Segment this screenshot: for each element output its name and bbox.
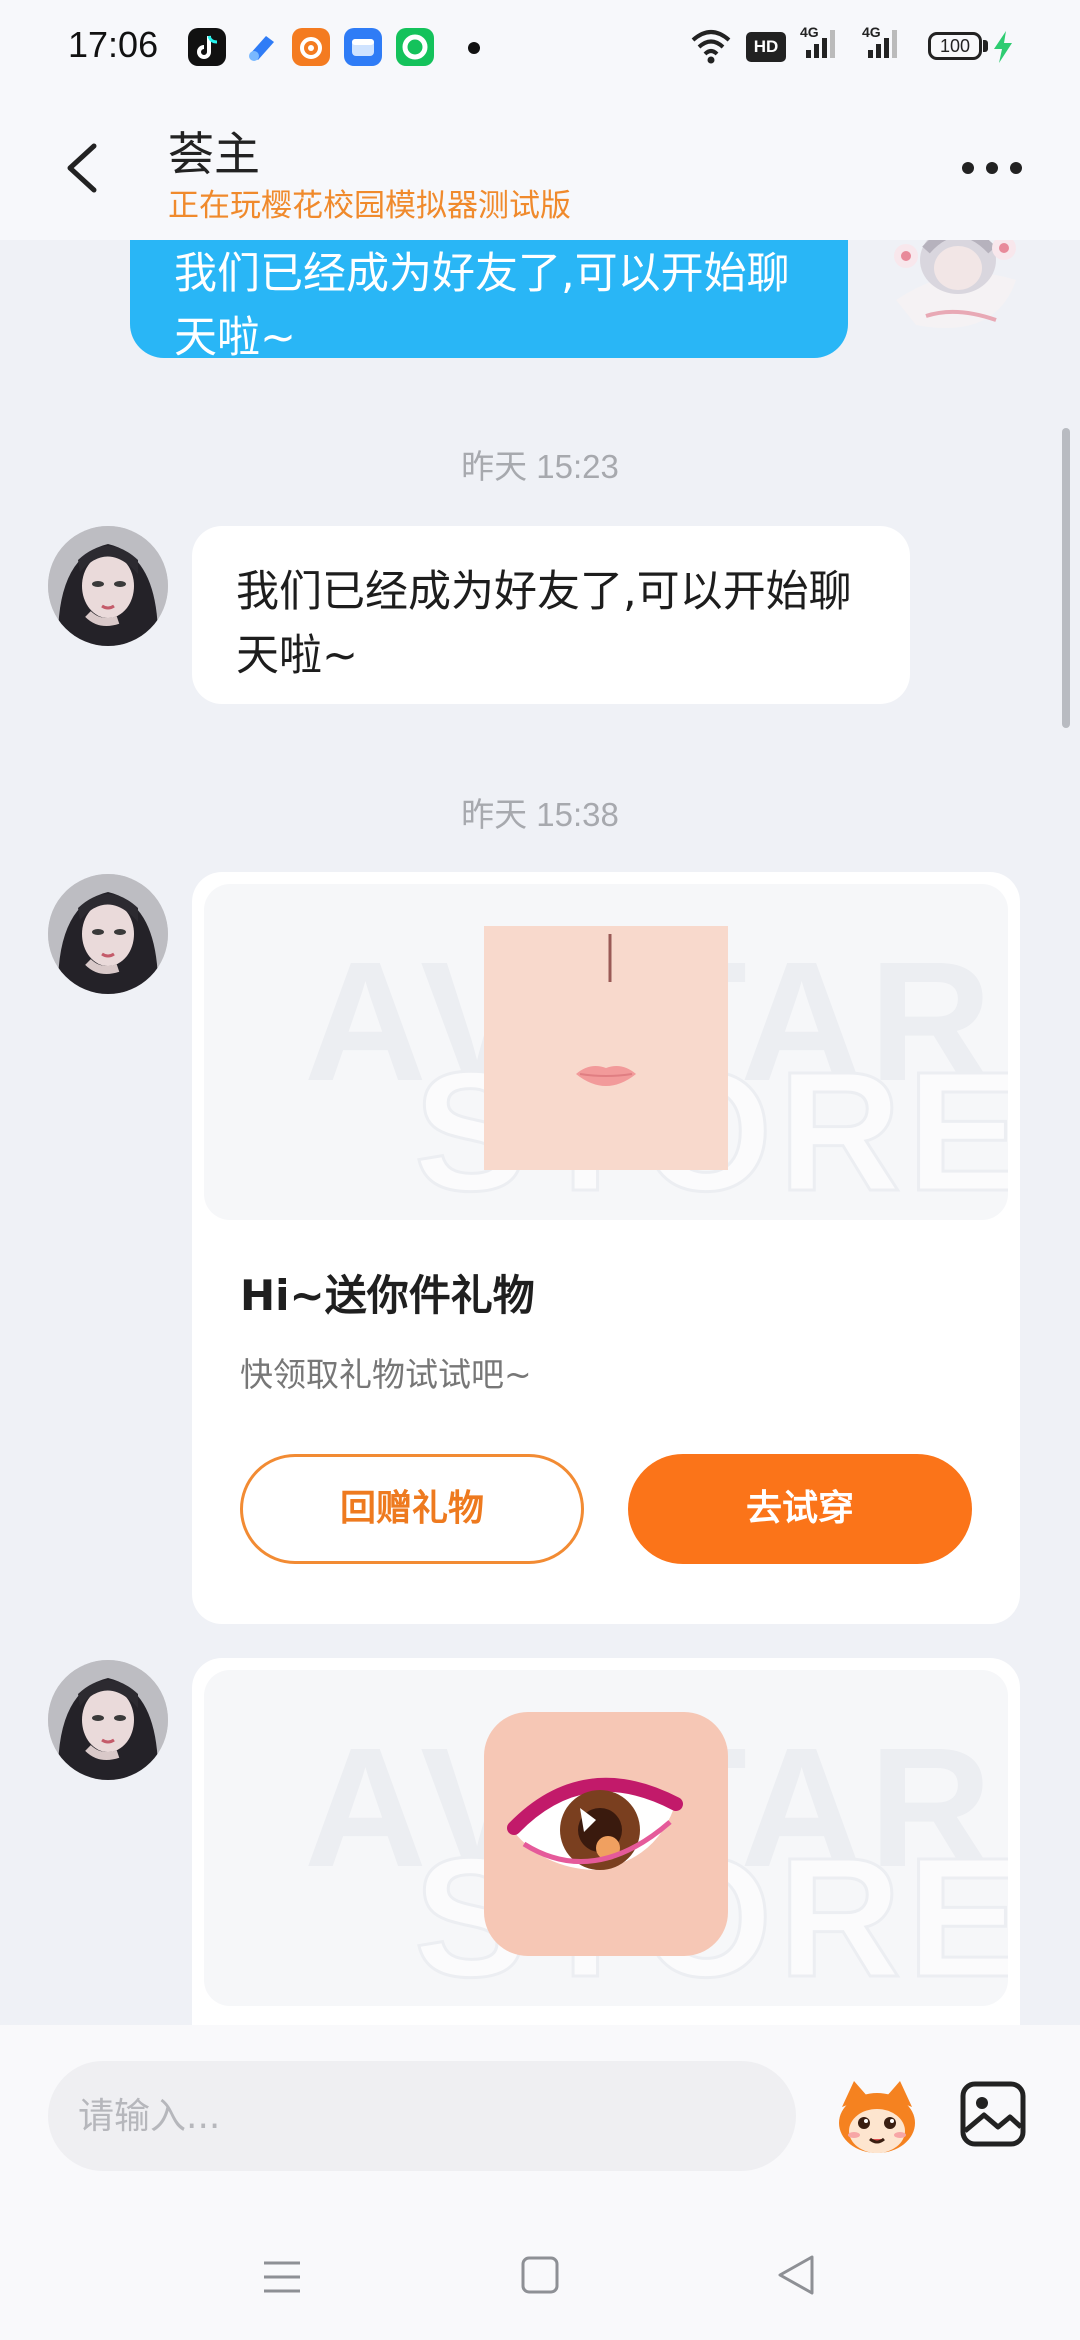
hd-badge: HD: [746, 32, 786, 62]
back-nav-icon[interactable]: [776, 2253, 816, 2297]
signal-sim1-icon: 4G: [800, 24, 850, 68]
message-input[interactable]: [48, 2061, 796, 2171]
send-image-button[interactable]: [958, 2079, 1028, 2149]
fox-mascot-icon: [839, 2081, 915, 2153]
signal-sim2-icon: 4G: [862, 24, 912, 68]
chat-scrollbar[interactable]: [1062, 428, 1070, 728]
contact-avatar[interactable]: [48, 1660, 168, 1780]
outgoing-message-text: 我们已经成为好友了,可以开始聊天啦~: [174, 249, 790, 363]
orange-app-icon: [292, 28, 330, 66]
gift-preview-image[interactable]: AVATAR STORE: [204, 884, 1008, 1220]
contact-name: 荟主: [168, 127, 260, 181]
contact-activity-status: 正在玩樱花校园模拟器测试版: [168, 188, 571, 224]
back-button[interactable]: [56, 138, 116, 198]
contact-avatar[interactable]: [48, 526, 168, 646]
return-gift-button[interactable]: 回赠礼物: [240, 1454, 584, 1564]
my-avatar[interactable]: [886, 240, 1026, 340]
message-timestamp: 昨天 15:38: [461, 796, 619, 833]
sim1-label: 4G: [800, 24, 819, 40]
menu-nav-icon[interactable]: [262, 2257, 302, 2297]
blue-app-icon: [344, 28, 382, 66]
chat-header: 荟主 正在玩樱花校园模拟器测试版: [0, 96, 1080, 240]
contact-avatar[interactable]: [48, 874, 168, 994]
status-time: 17:06: [68, 24, 159, 65]
home-nav-icon[interactable]: [520, 2255, 560, 2295]
battery-level: 100: [939, 36, 971, 56]
more-dot-icon: [962, 162, 974, 174]
more-notifications-dot: [468, 42, 480, 54]
gift-card[interactable]: AVATAR STORE: [192, 1658, 1020, 2025]
more-options-button[interactable]: [962, 156, 1028, 180]
charging-bolt-icon: [994, 31, 1012, 63]
browser-icon: [242, 28, 280, 66]
sim2-label: 4G: [862, 24, 881, 40]
status-bar: 17:06 HD 4G 4G 100: [0, 0, 1080, 96]
gift-card[interactable]: AVATAR STORE Hi~送你件礼物 快领取礼物试试吧~ 回赠礼物 去试穿: [192, 872, 1020, 1624]
message-input-bar: [0, 2025, 1080, 2340]
mouth-item-thumbnail: [484, 926, 728, 1170]
sticker-mascot-button[interactable]: [834, 2077, 920, 2157]
chevron-left-icon: [67, 143, 97, 193]
gift-card-description: 快领取礼物试试吧~: [240, 1355, 532, 1394]
battery-icon: 100: [928, 32, 982, 60]
gift-preview-image[interactable]: AVATAR STORE: [204, 1670, 1008, 2006]
tiktok-icon: [188, 28, 226, 66]
eye-item-thumbnail: [484, 1712, 728, 1956]
try-on-button[interactable]: 去试穿: [628, 1454, 972, 1564]
chat-message-list[interactable]: 我们已经成为好友了,可以开始聊天啦~ 昨天 15:23 我们已经成为好友了,可以…: [0, 240, 1080, 2025]
green-app-icon: [396, 28, 434, 66]
gift-card-title: Hi~送你件礼物: [240, 1271, 535, 1320]
incoming-message-text: 我们已经成为好友了,可以开始聊天啦~: [236, 567, 852, 681]
outgoing-message-bubble[interactable]: 我们已经成为好友了,可以开始聊天啦~: [130, 240, 848, 363]
wifi-icon: [691, 30, 731, 64]
message-timestamp: 昨天 15:23: [461, 448, 619, 485]
hd-label: HD: [753, 37, 779, 56]
image-icon: [960, 2081, 1026, 2147]
incoming-message-bubble[interactable]: 我们已经成为好友了,可以开始聊天啦~: [192, 526, 910, 704]
